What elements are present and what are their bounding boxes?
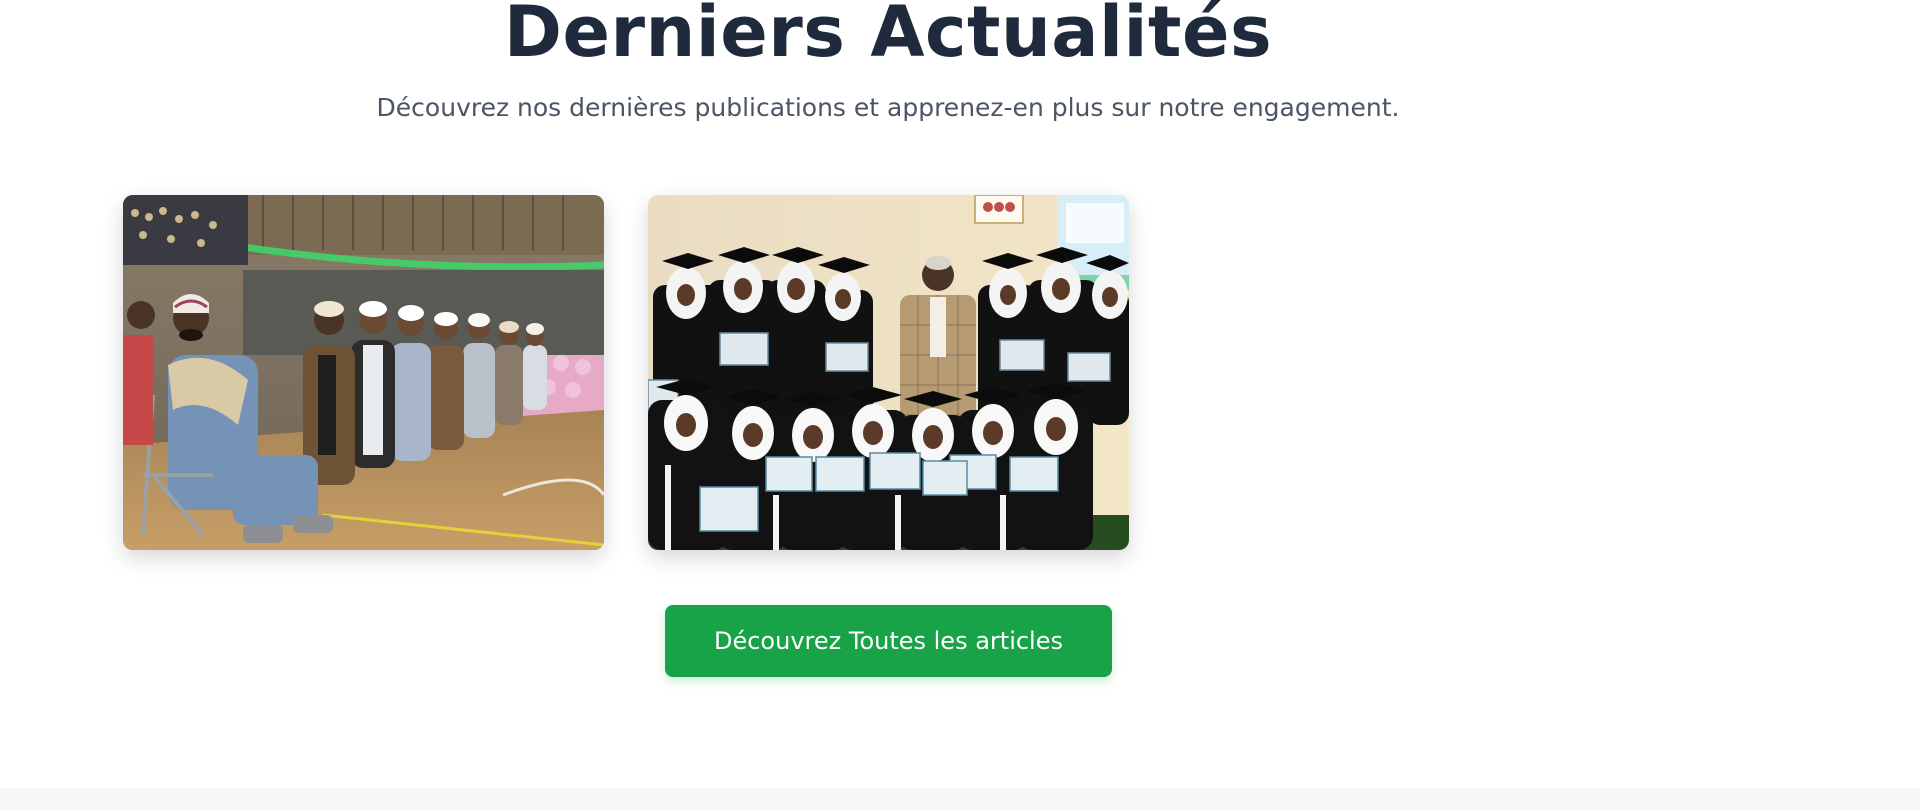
section-title: Derniers Actualités [503,0,1273,73]
section-subtitle: Découvrez nos dernières publications et … [376,93,1400,122]
news-card-2[interactable] [648,195,1129,550]
news-card-1[interactable] [123,195,604,550]
seated-scholars-photo [123,195,604,550]
all-articles-button[interactable]: Découvrez Toutes les articles [665,605,1112,677]
news-section: Derniers Actualités Découvrez nos derniè… [0,0,1920,788]
graduates-photo [648,195,1129,550]
footer-top-edge [0,788,1920,810]
